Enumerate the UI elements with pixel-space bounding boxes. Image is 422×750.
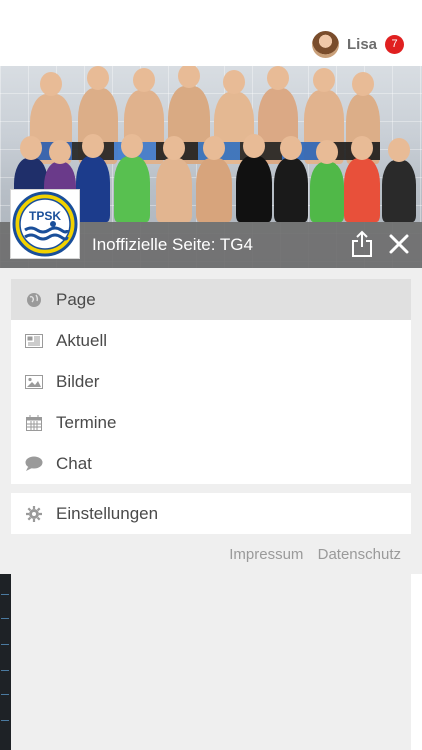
- menu-item-page[interactable]: Page: [11, 279, 411, 320]
- newspaper-icon: [25, 332, 43, 350]
- gear-icon: [25, 505, 43, 523]
- menu-item-aktuell[interactable]: Aktuell: [11, 320, 411, 361]
- svg-text:TPSK: TPSK: [29, 209, 61, 223]
- menu-item-bilder[interactable]: Bilder: [11, 361, 411, 402]
- menu-item-label: Page: [56, 289, 96, 309]
- share-icon[interactable]: [350, 230, 374, 258]
- avatar[interactable]: [311, 30, 339, 58]
- top-bar: Lisa 7: [0, 0, 422, 66]
- calendar-icon: [25, 414, 43, 432]
- menu-item-label: Chat: [56, 453, 92, 473]
- user-profile[interactable]: Lisa 7: [311, 30, 404, 58]
- user-name[interactable]: Lisa: [347, 36, 377, 53]
- menu-item-einstellungen[interactable]: Einstellungen: [11, 493, 411, 534]
- settings-list: Einstellungen: [11, 493, 411, 534]
- impressum-link[interactable]: Impressum: [229, 546, 303, 563]
- club-logo: TPSK: [10, 189, 80, 259]
- menu-item-termine[interactable]: Termine: [11, 402, 411, 443]
- page-title: Inoffizielle Seite: TG4: [92, 235, 253, 254]
- globe-icon: [25, 291, 43, 309]
- background-edge-right: [411, 574, 422, 750]
- close-icon[interactable]: [388, 233, 410, 255]
- datenschutz-link[interactable]: Datenschutz: [318, 546, 401, 563]
- menu-item-label: Einstellungen: [56, 503, 159, 523]
- menu-item-chat[interactable]: Chat: [11, 443, 411, 484]
- notification-badge[interactable]: 7: [385, 34, 404, 54]
- menu-item-label: Termine: [56, 412, 117, 432]
- menu-list: Page Aktuell Bilder Termine Chat: [11, 279, 411, 484]
- background-edge-left: [0, 574, 11, 750]
- menu-item-label: Aktuell: [56, 330, 108, 350]
- menu-item-label: Bilder: [56, 371, 100, 391]
- image-icon: [25, 373, 43, 391]
- chat-bubble-icon: [25, 455, 43, 473]
- footer-links: Impressum Datenschutz: [219, 546, 401, 563]
- navigation-menu: Page Aktuell Bilder Termine Chat Einstel…: [0, 268, 422, 750]
